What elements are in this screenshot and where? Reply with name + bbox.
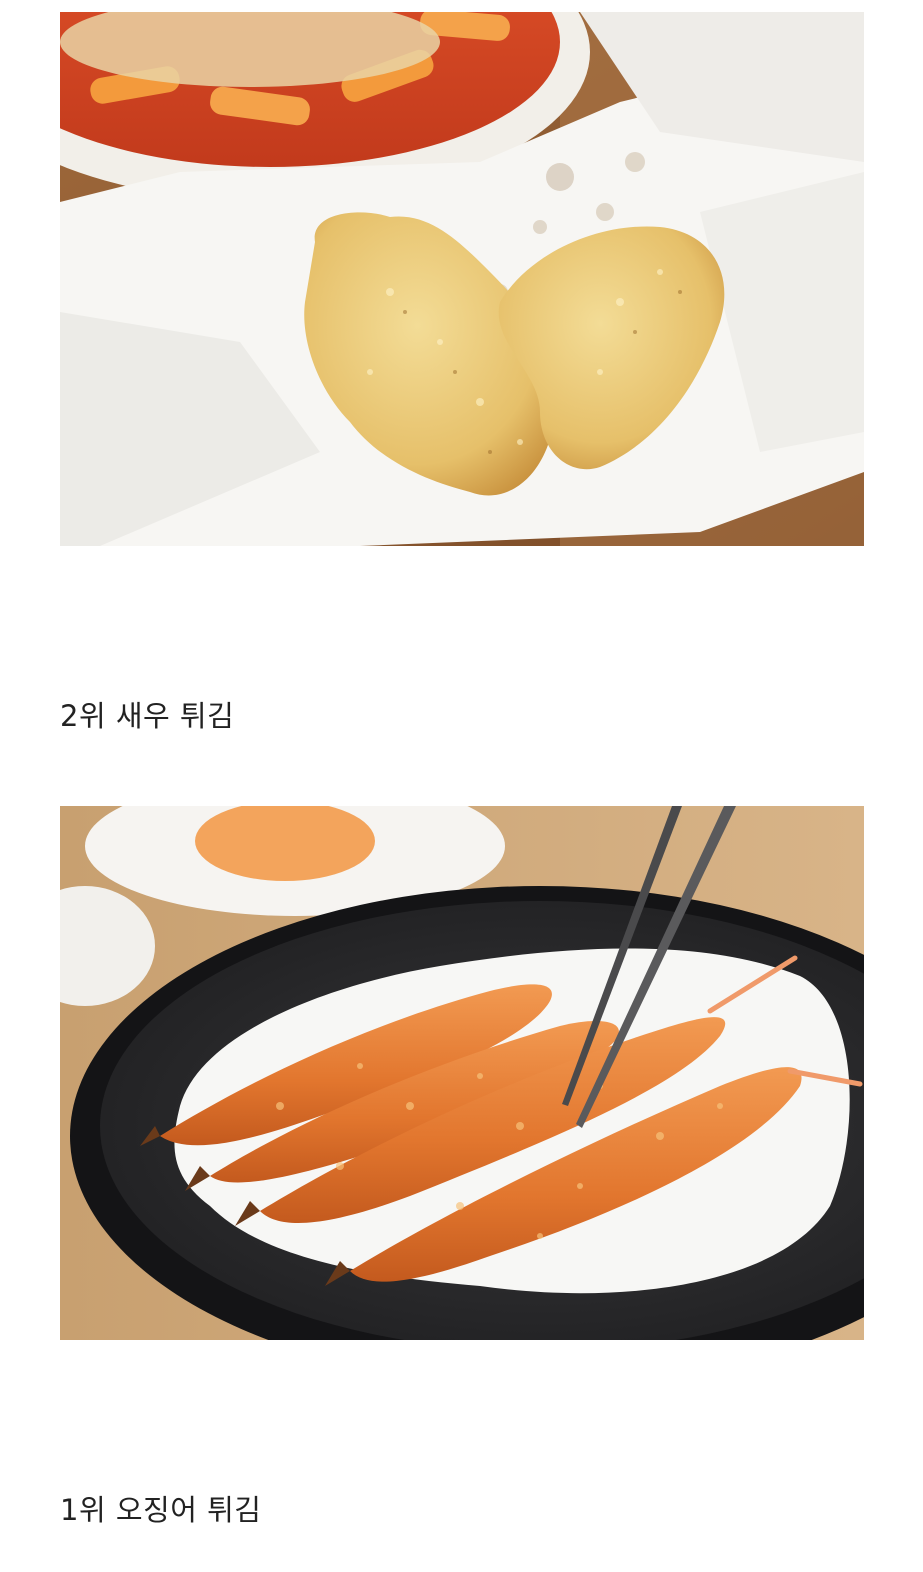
fried-patties-photo (60, 12, 864, 546)
ranking-caption-2: 2위 새우 튀김 (60, 699, 235, 733)
ranking-caption-1: 1위 오징어 튀김 (60, 1493, 262, 1527)
fried-shrimp-photo (60, 806, 864, 1340)
